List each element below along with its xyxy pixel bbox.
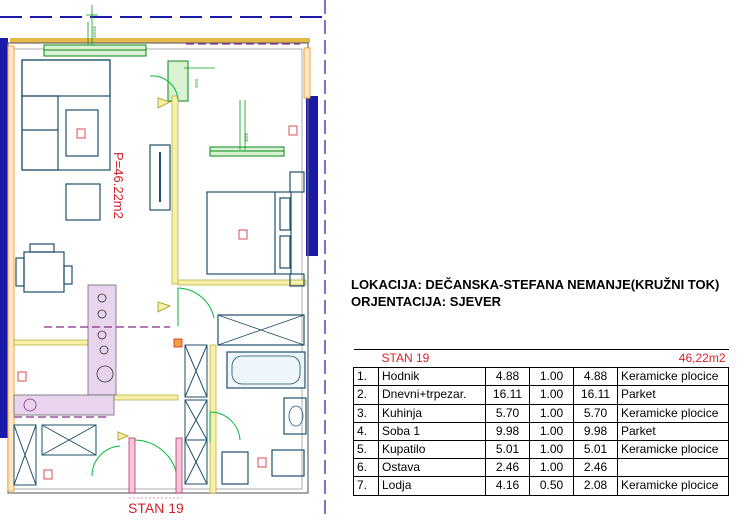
row-room-name: Kuhinja [378,403,486,423]
row-coefficient: 0.50 [529,476,574,496]
row-number: 3. [353,403,379,423]
entrance-door-frame [128,437,136,494]
row-net-area: 5.70 [573,403,618,423]
row-room-name: Ostava [378,458,486,478]
row-number: 6. [353,458,379,478]
table-row: 4. Soba 1 9.98 1.00 9.98 Parket [353,421,729,441]
svg-text:≡≡≡: ≡≡≡ [194,79,200,88]
row-room-name: Kupatilo [378,439,486,460]
svg-text:≡≡≡: ≡≡≡ [244,133,250,142]
row-area: 2.46 [485,458,530,478]
row-floor-finish: Parket [617,421,729,441]
orientation-line: ORJENTACIJA: SJEVER [351,294,502,309]
table-row: 6. Ostava 2.46 1.00 2.46 [353,458,729,478]
row-floor-finish: Keramicke plocice [617,476,729,496]
row-number: 1. [353,367,379,387]
row-coefficient: 1.00 [529,421,574,441]
row-room-name: Soba 1 [378,421,486,441]
toilet [271,449,305,477]
row-area: 5.70 [485,403,530,423]
row-coefficient: 1.00 [529,367,574,387]
row-net-area: 9.98 [573,421,618,441]
row-area: 4.88 [485,367,530,387]
row-area: 4.16 [485,476,530,496]
row-floor-finish: Parket [617,385,729,405]
row-floor-finish: Keramicke plocice [617,367,729,387]
row-net-area: 16.11 [573,385,618,405]
table-header-row: STAN 19 46,22m2 [353,348,729,369]
row-area: 5.01 [485,439,530,460]
bathtub [226,351,306,389]
table-row: 1. Hodnik 4.88 1.00 4.88 Keramicke ploci… [353,367,729,387]
row-net-area: 5.01 [573,439,618,460]
row-room-name: Hodnik [378,367,486,387]
row-coefficient: 1.00 [529,439,574,460]
row-number: 5. [353,439,379,460]
armchair [65,183,101,221]
row-floor-finish [617,458,729,478]
table-row: 7. Lodja 4.16 0.50 2.08 Keramicke plocic… [353,476,729,496]
svg-text:≡≡≡≡: ≡≡≡≡ [92,26,98,38]
row-area: 16.11 [485,385,530,405]
row-net-area: 2.08 [573,476,618,496]
table-title: STAN 19 [353,348,486,369]
table-row: 2. Dnevni+trpezar. 16.11 1.00 16.11 Park… [353,385,729,405]
table-row: 5. Kupatilo 5.01 1.00 5.01 Keramicke plo… [353,439,729,460]
double-bed [206,171,305,287]
apartment-label: STAN 19 [128,500,184,516]
row-room-name: Dnevni+trpezar. [378,385,486,405]
table-row: 3. Kuhinja 5.70 1.00 5.70 Keramicke ploc… [353,403,729,423]
room-area-table: STAN 19 46,22m2 1. Hodnik 4.88 1.00 4.88… [353,348,729,496]
location-line: LOKACIJA: DEČANSKA-STEFANA NEMANJE(KRUŽN… [351,277,720,292]
row-coefficient: 1.00 [529,385,574,405]
row-net-area: 2.46 [573,458,618,478]
row-coefficient: 1.00 [529,458,574,478]
table-total: 46,22m2 [485,348,729,369]
row-net-area: 4.88 [573,367,618,387]
washing-machine [221,451,249,485]
area-label: P=46.22m2 [111,152,126,219]
row-number: 4. [353,421,379,441]
row-floor-finish: Keramicke plocice [617,439,729,460]
row-floor-finish: Keramicke plocice [617,403,729,423]
row-room-name: Lodja [378,476,486,496]
row-number: 2. [353,385,379,405]
row-coefficient: 1.00 [529,403,574,423]
row-number: 7. [353,476,379,496]
row-area: 9.98 [485,421,530,441]
dining-table [15,243,73,293]
